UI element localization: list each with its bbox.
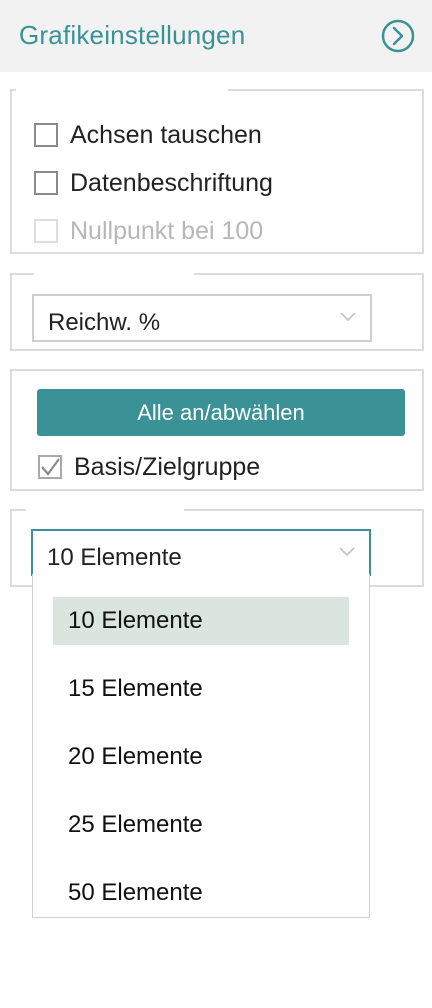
dropdown-option[interactable]: 10 Elemente bbox=[53, 597, 349, 645]
base-target-label: Basis/Zielgruppe bbox=[74, 452, 261, 481]
chevron-down-icon bbox=[339, 547, 355, 557]
swap-axes-option[interactable]: Achsen tauschen bbox=[34, 119, 262, 151]
data-labels-checkbox[interactable] bbox=[34, 171, 58, 195]
dropdown-option[interactable]: 20 Elemente bbox=[53, 733, 349, 781]
dropdown-option[interactable]: 15 Elemente bbox=[53, 665, 349, 713]
metric-group: Reichw. % bbox=[10, 272, 424, 351]
base-target-checkbox[interactable] bbox=[38, 455, 62, 479]
series-selection-group: Alle an/abwählen Basis/Zielgruppe bbox=[10, 369, 424, 491]
data-labels-option[interactable]: Datenbeschriftung bbox=[34, 167, 273, 199]
select-all-button[interactable]: Alle an/abwählen bbox=[37, 389, 405, 436]
display-options-group: Achsen tauschen Datenbeschriftung Nullpu… bbox=[10, 88, 424, 254]
zero-at-100-option: Nullpunkt bei 100 bbox=[34, 215, 263, 247]
panel-header: Grafikeinstellungen bbox=[0, 0, 432, 72]
metric-select-value: Reichw. % bbox=[48, 309, 161, 336]
element-count-select[interactable]: 10 Elemente bbox=[31, 529, 371, 576]
dropdown-option[interactable]: 50 Elemente bbox=[53, 869, 349, 917]
element-count-select-value: 10 Elemente bbox=[47, 544, 182, 571]
chevron-right-circle-icon[interactable] bbox=[381, 19, 415, 53]
zero-at-100-checkbox bbox=[34, 219, 58, 243]
swap-axes-checkbox[interactable] bbox=[34, 123, 58, 147]
zero-at-100-label: Nullpunkt bei 100 bbox=[70, 216, 264, 245]
dropdown-option[interactable]: 25 Elemente bbox=[53, 801, 349, 849]
panel-title: Grafikeinstellungen bbox=[19, 20, 246, 50]
data-labels-label: Datenbeschriftung bbox=[70, 168, 273, 197]
element-count-dropdown: 10 Elemente 15 Elemente 20 Elemente 25 E… bbox=[32, 574, 370, 918]
chevron-down-icon bbox=[340, 312, 356, 322]
metric-select[interactable]: Reichw. % bbox=[32, 294, 372, 342]
swap-axes-label: Achsen tauschen bbox=[70, 120, 262, 149]
base-target-option[interactable]: Basis/Zielgruppe bbox=[38, 451, 260, 483]
checkmark-icon bbox=[41, 458, 60, 476]
